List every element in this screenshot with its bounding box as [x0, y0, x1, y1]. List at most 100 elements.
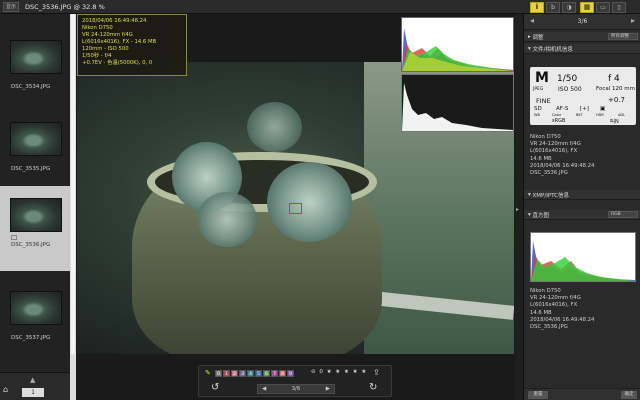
color-space: sRGB [552, 118, 566, 124]
upload-icon[interactable]: ⇪ [373, 368, 380, 377]
info-line: 14.6 MB [530, 309, 552, 316]
thumbnail-item-selected[interactable]: DSC_3536.JPG [0, 186, 70, 271]
display-badge-button[interactable]: 显示 [3, 1, 20, 12]
scroll-up-icon[interactable]: ▲ [30, 376, 35, 384]
prev-arrow-icon[interactable]: ◂ [530, 16, 534, 25]
histogram-channel-select[interactable]: RGB [608, 211, 638, 218]
label-5[interactable]: 5 [255, 370, 262, 377]
upload-icon[interactable]: ⌂ [3, 385, 15, 397]
strip-footer: ⌂ ▲ 1 [0, 372, 70, 400]
thumbnail-item[interactable]: DSC_3535.JPG [0, 110, 70, 195]
thumbnail-item[interactable]: DSC_3534.JPG [0, 28, 70, 113]
wb-icon: SD [534, 106, 542, 112]
info-line: 14.6 MB [530, 155, 552, 162]
next-image-icon[interactable]: ▶ [326, 386, 330, 392]
shooting-mode: M [535, 70, 549, 86]
bottom-toolbar: ✎ 0 1 2 3 4 5 6 7 8 9 ⊘ 0 ★ ★ ★ ★ ★ ⇪ ↺ … [198, 365, 392, 397]
pin-icon[interactable]: ✎ [205, 369, 211, 377]
label-0[interactable]: 0 [215, 370, 222, 377]
mode-buttons: i b ◑ [528, 1, 576, 13]
info-line: 2018/04/06 16:49:48.24 [530, 162, 595, 169]
photo-succulent [267, 162, 352, 242]
prev-image-icon[interactable]: ◀ [262, 386, 266, 392]
rotate-left-icon[interactable]: ↺ [211, 382, 219, 393]
grid-view-icon[interactable]: ▦ [580, 1, 594, 13]
info-line: 1/50秒 - f/4 [82, 53, 112, 59]
info-line: 2018/04/06 16:49:48.24 [82, 18, 147, 24]
label-7[interactable]: 7 [271, 370, 278, 377]
info-line: L(6016x4016), FX - 14.6 MB [82, 39, 157, 45]
xmp-section-header[interactable]: ▾ XMP/IPTC信息 [524, 190, 640, 200]
info-line: VR 24-120mm f/4G [82, 32, 133, 38]
info-line: 120mm - ISO 500 [82, 46, 129, 52]
star-rating[interactable]: ⊘ 0 ★ ★ ★ ★ ★ [311, 369, 367, 375]
adjust-section-header[interactable]: ▸ 调整 所有调整 [524, 32, 640, 42]
af-mode: AF-S [556, 106, 569, 112]
histogram-info-text: Nikon D750 VR 24-120mm f/4G L(6016x4016)… [530, 288, 594, 331]
label-6[interactable]: 6 [263, 370, 270, 377]
scrollbar-thumb[interactable] [71, 14, 75, 354]
viewer-scrollbar[interactable] [70, 14, 76, 400]
info-line: VR 24-120mm f/4G [530, 295, 581, 302]
photo-succulent [247, 102, 302, 152]
adjust-mode-button[interactable]: ◑ [562, 1, 576, 13]
camera-info-text: Nikon D750 VR 24-120mm f/4G L(6016x4016)… [530, 134, 594, 177]
info-line: VR 24-120mm f/4G [530, 141, 581, 148]
top-bar: 显示 DSC_3536.JPG @ 32.8 % i b ◑ ▦ ▭ ▯ [0, 0, 640, 14]
edit-mode-button[interactable]: b [546, 1, 560, 13]
label-9[interactable]: 9 [287, 370, 294, 377]
panel-footer: 重置 确定 [524, 388, 640, 400]
shooting-info-overlay: 2018/04/06 16:49:48.24 Nikon D750 VR 24-… [77, 14, 187, 76]
thumbnail-image [10, 40, 62, 74]
adjust-select[interactable]: 所有调整 [608, 33, 638, 40]
compare-view-icon[interactable]: ▯ [612, 1, 626, 13]
info-section-header[interactable]: ▾ 文件/相机机信息 [524, 44, 640, 54]
caption-bkt: BKT [576, 113, 583, 117]
label-1[interactable]: 1 [223, 370, 230, 377]
reset-button[interactable]: 重置 [528, 391, 548, 399]
info-line: Nikon D750 [530, 288, 561, 294]
rotate-right-icon[interactable]: ↻ [369, 382, 377, 393]
thumbnail-image [10, 198, 62, 232]
info-mode-button[interactable]: i [530, 1, 544, 13]
thumbnail-name: DSC_3535.JPG [11, 166, 51, 172]
thumbnail-name: DSC_3537.JPG [11, 335, 51, 341]
label-4[interactable]: 4 [247, 370, 254, 377]
caption-adl: ADL [618, 113, 626, 117]
label-8[interactable]: 8 [279, 370, 286, 377]
iso-value: ISO 500 [558, 86, 582, 93]
thumbnail-name: DSC_3534.JPG [11, 84, 51, 90]
info-line: Nikon D750 [82, 25, 113, 31]
file-title: DSC_3536.JPG @ 32.8 % [25, 2, 105, 11]
fine-label: FINE [536, 97, 551, 105]
thumbnail-strip: DSC_3534.JPG DSC_3535.JPG DSC_3536.JPG D… [0, 14, 70, 400]
info-line: +0.7EV - 色温(5000K), 0, 0 [82, 60, 153, 66]
aperture: f 4 [608, 74, 620, 84]
view-buttons: ▦ ▭ ▯ [578, 1, 626, 13]
info-line: DSC_3536.JPG [530, 324, 568, 331]
rgb-histogram-overlay [401, 17, 514, 72]
info-line: L(6016x4016), FX [530, 148, 578, 155]
panel-nav: ◂ 3/6 ▸ [524, 14, 640, 30]
nav-counter: 3/6 [577, 18, 588, 25]
shutter-speed: 1/50 [557, 74, 578, 84]
label-tag-icon [11, 235, 17, 240]
single-view-icon[interactable]: ▭ [596, 1, 610, 13]
next-arrow-icon[interactable]: ▸ [631, 16, 635, 25]
info-line: DSC_3536.JPG [530, 170, 568, 177]
panel-histogram [530, 232, 636, 282]
right-panel: ◂ 3/6 ▸ ▸ 调整 所有调整 ▾ 文件/相机机信息 M 1/50 f 4 … [523, 14, 640, 400]
thumbnail-image [10, 291, 62, 325]
page-counter[interactable]: 1 [22, 388, 44, 397]
ok-button[interactable]: 确定 [621, 391, 637, 399]
thumbnail-name: DSC_3536.JPG [11, 242, 51, 248]
photo-succulent [197, 192, 257, 247]
info-line: Nikon D750 [530, 134, 561, 140]
label-2[interactable]: 2 [231, 370, 238, 377]
thumbnail-item[interactable]: DSC_3537.JPG [0, 279, 70, 364]
panel-collapse-handle[interactable]: ▸ [515, 14, 523, 400]
histogram-section-header[interactable]: ▾ 直方图 RGB [524, 210, 640, 220]
caption-hdr: HDR [596, 113, 604, 117]
caption-color: Color [552, 113, 562, 117]
label-3[interactable]: 3 [239, 370, 246, 377]
